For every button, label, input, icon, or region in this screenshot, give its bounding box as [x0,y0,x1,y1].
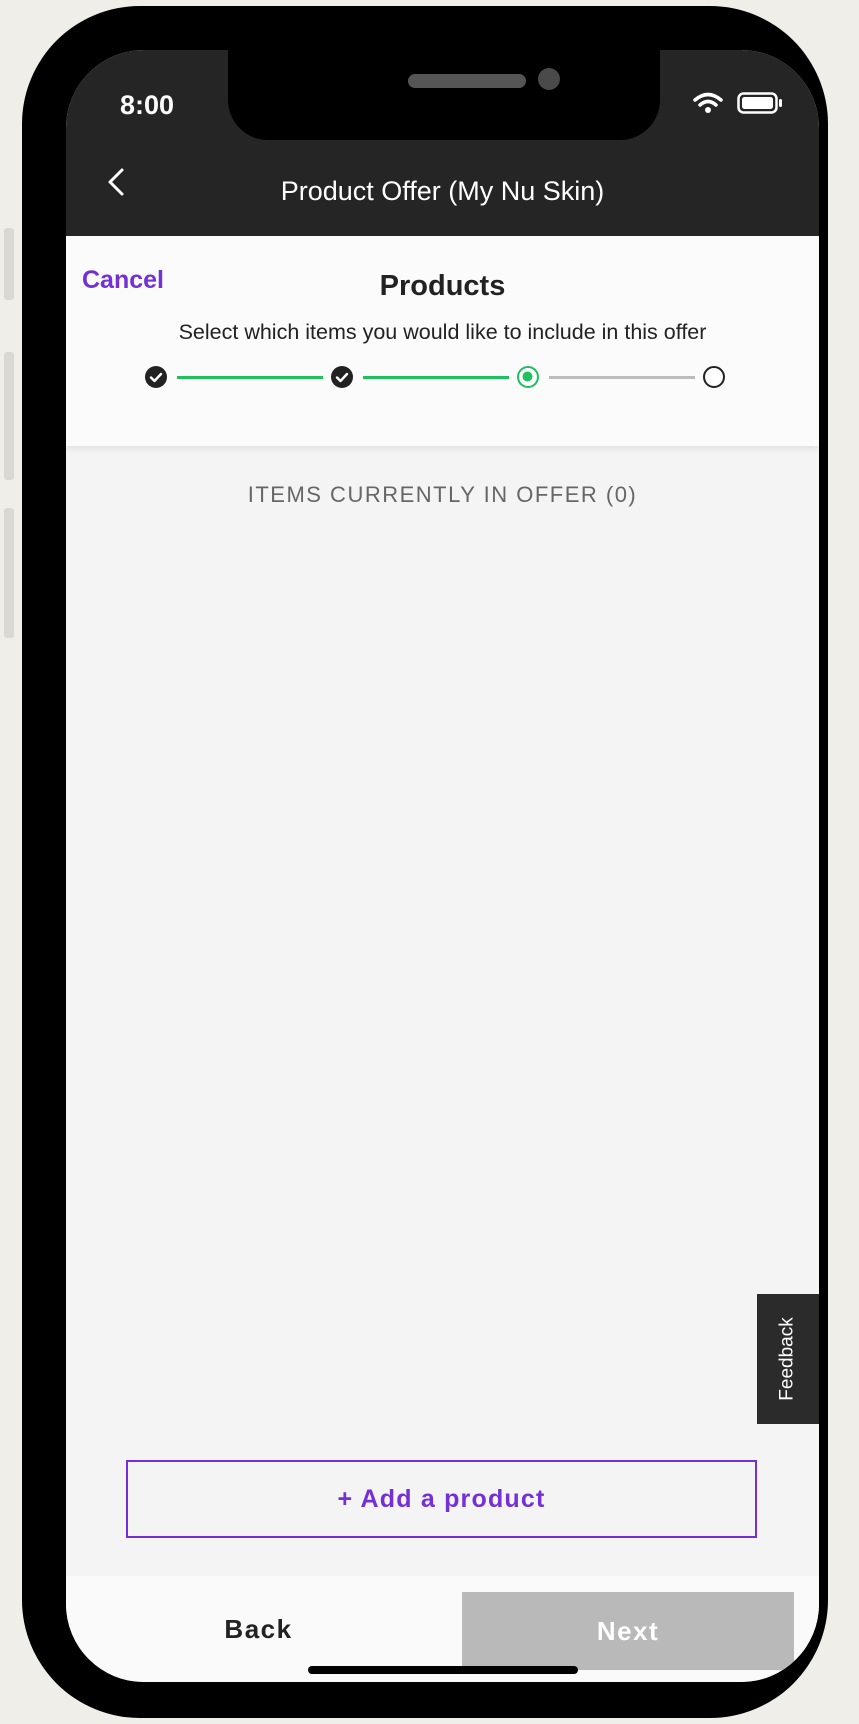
side-button [4,228,14,300]
page-subtitle: Select which items you would like to inc… [178,320,707,344]
speaker [408,74,526,88]
step-connector [177,376,323,379]
nav-title: Product Offer (My Nu Skin) [280,176,605,206]
status-time: 8:00 [120,90,175,120]
wifi-icon [693,92,723,119]
step-pending-icon [703,366,725,388]
notch [228,50,660,140]
progress-stepper [66,362,819,392]
side-button [4,352,14,480]
step-completed-icon [145,366,167,388]
top-bar: 8:00 Product Offer (My Nu Skin) [66,50,819,236]
battery-icon [737,92,783,119]
app-screen: 8:00 Product Offer (My Nu Skin) Cancel P… [66,50,819,1682]
feedback-label: Feedback [777,1317,799,1401]
step-completed-icon [331,366,353,388]
camera [538,68,560,90]
items-in-offer-label: ITEMS CURRENTLY IN OFFER (0) [247,482,638,507]
feedback-tab[interactable]: Feedback [757,1294,819,1424]
home-indicator [308,1666,578,1674]
status-icons [693,92,783,119]
step-connector [549,376,695,379]
phone-frame: 8:00 Product Offer (My Nu Skin) Cancel P… [22,6,828,1718]
step-header: Cancel Products Select which items you w… [66,236,819,446]
page-title: Products [379,270,506,302]
side-button [4,508,14,638]
step-connector [363,376,509,379]
step-current-icon [517,366,539,388]
next-button[interactable]: Next [462,1592,794,1670]
add-product-button[interactable]: + Add a product [126,1460,757,1538]
